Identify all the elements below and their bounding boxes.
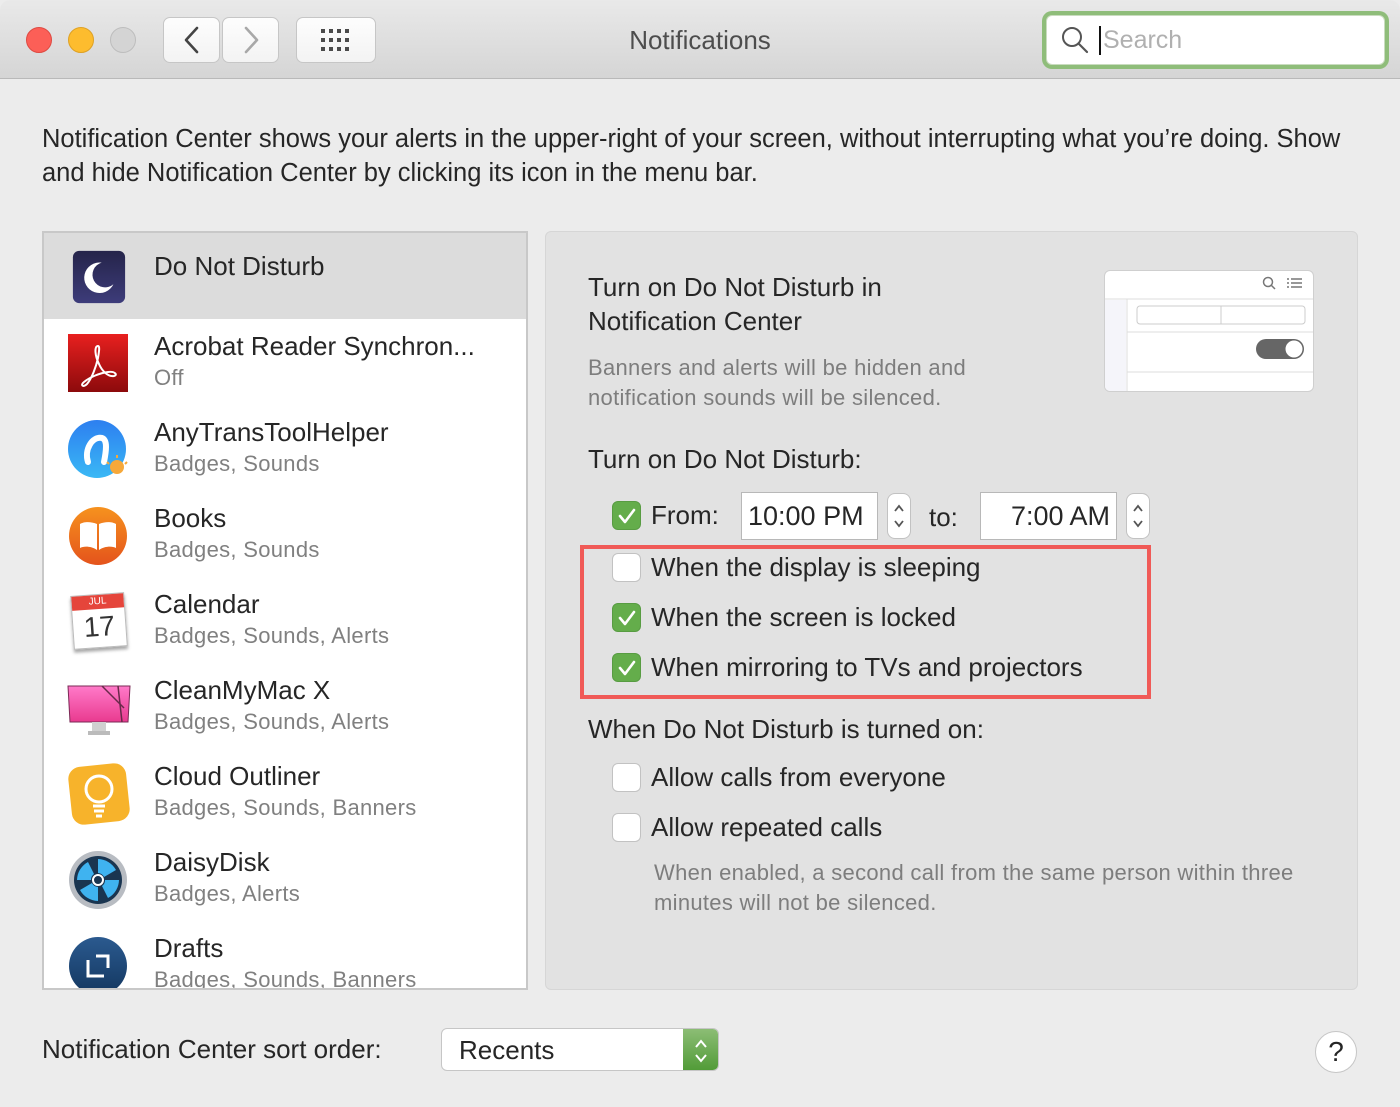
sidebar-item-do-not-disturb[interactable]: Do Not Disturb bbox=[44, 233, 526, 319]
checkmark-icon bbox=[618, 508, 635, 523]
drafts-icon bbox=[69, 937, 127, 988]
highlight-annotation-box bbox=[580, 545, 1151, 699]
sidebar-item-label: CleanMyMac X bbox=[154, 675, 331, 705]
search-icon bbox=[1062, 27, 1089, 54]
sidebar-item-cleanmymac[interactable]: CleanMyMac X Badges, Sounds, Alerts bbox=[44, 663, 526, 749]
sidebar-item-label: Books bbox=[154, 503, 227, 533]
stepper-arrows-icon bbox=[894, 504, 904, 528]
sidebar-item-status: Badges, Sounds, Alerts bbox=[154, 709, 390, 734]
back-button[interactable] bbox=[163, 17, 220, 63]
from-checkbox[interactable] bbox=[612, 501, 641, 530]
calls-everyone-checkbox[interactable] bbox=[612, 763, 641, 792]
from-schedule-row: From: bbox=[612, 500, 719, 531]
calendar-day: 17 bbox=[82, 609, 117, 644]
from-time-stepper[interactable] bbox=[887, 493, 911, 539]
sidebar-item-status: Badges, Sounds bbox=[154, 537, 320, 562]
sidebar-item-label: AnyTransToolHelper bbox=[154, 417, 389, 447]
from-time-field[interactable]: 10:00 PM bbox=[741, 492, 878, 540]
preview-search-icon bbox=[1262, 276, 1274, 288]
zoom-window-button[interactable] bbox=[110, 27, 136, 53]
to-time-stepper[interactable] bbox=[1126, 493, 1150, 539]
repeated-calls-row: Allow repeated calls bbox=[612, 812, 882, 843]
sidebar-item-drafts[interactable]: Drafts Badges, Sounds, Banners bbox=[44, 921, 526, 990]
repeated-calls-checkbox[interactable] bbox=[612, 813, 641, 842]
sidebar-item-status: Badges, Sounds, Banners bbox=[154, 967, 417, 990]
chevron-right-icon bbox=[244, 26, 258, 54]
moon-icon bbox=[72, 250, 126, 304]
anytrans-icon bbox=[68, 420, 128, 478]
sidebar-item-label: Do Not Disturb bbox=[154, 251, 325, 281]
acrobat-icon bbox=[68, 334, 128, 392]
cloud-outliner-icon bbox=[68, 763, 130, 825]
sidebar-item-status: Off bbox=[154, 365, 184, 390]
stepper-arrows-icon bbox=[1133, 504, 1143, 528]
help-button[interactable]: ? bbox=[1315, 1031, 1357, 1073]
when-on-label: When Do Not Disturb is turned on: bbox=[588, 714, 984, 744]
calls-everyone-label: Allow calls from everyone bbox=[651, 762, 946, 792]
calendar-icon: JUL 17 bbox=[70, 592, 128, 650]
intro-description: Notification Center shows your alerts in… bbox=[42, 125, 1341, 187]
sort-order-label: Notification Center sort order: bbox=[42, 1034, 382, 1064]
select-arrows bbox=[683, 1029, 718, 1070]
up-down-chevron-icon bbox=[694, 1038, 707, 1063]
search-input[interactable] bbox=[1099, 25, 1359, 55]
sidebar-item-label: Acrobat Reader Synchron... bbox=[154, 331, 475, 361]
minimize-window-button[interactable] bbox=[68, 27, 94, 53]
calls-everyone-row: Allow calls from everyone bbox=[612, 762, 946, 793]
preview-moon-icon bbox=[1140, 338, 1157, 357]
nc-dnd-description: Banners and alerts will be hidden and no… bbox=[588, 355, 967, 410]
books-icon bbox=[69, 507, 127, 565]
sidebar-item-daisydisk[interactable]: DaisyDisk Badges, Alerts bbox=[44, 835, 526, 921]
sidebar-item-label: Cloud Outliner bbox=[154, 761, 321, 791]
notification-center-preview bbox=[1104, 270, 1314, 392]
search-field[interactable] bbox=[1046, 15, 1385, 65]
sidebar-item-calendar[interactable]: JUL 17 Calendar Badges, Sounds, Alerts bbox=[44, 577, 526, 663]
show-all-button[interactable] bbox=[296, 17, 376, 63]
to-time-field[interactable]: 7:00 AM bbox=[980, 492, 1117, 540]
sidebar-item-label: DaisyDisk bbox=[154, 847, 270, 877]
from-label: From: bbox=[651, 500, 719, 530]
to-label: to: bbox=[929, 502, 958, 532]
sidebar-item-status: Badges, Sounds bbox=[154, 451, 320, 476]
sidebar-item-status: Badges, Sounds, Alerts bbox=[154, 623, 390, 648]
sidebar-item-anytranstoolhelper[interactable]: AnyTransToolHelper Badges, Sounds bbox=[44, 405, 526, 491]
forward-button[interactable] bbox=[222, 17, 279, 63]
app-list[interactable]: Do Not Disturb Acrobat Reader Synchron..… bbox=[42, 231, 528, 990]
sidebar-item-cloud-outliner[interactable]: Cloud Outliner Badges, Sounds, Banners bbox=[44, 749, 526, 835]
search-field-focus-ring bbox=[1042, 11, 1389, 69]
sort-order-select[interactable]: Recents bbox=[441, 1028, 719, 1071]
daisydisk-icon bbox=[69, 851, 127, 909]
preview-list-icon bbox=[1287, 278, 1302, 288]
chevron-left-icon bbox=[184, 26, 198, 54]
sidebar-item-status: Badges, Sounds, Banners bbox=[154, 795, 417, 820]
sidebar-item-status: Badges, Alerts bbox=[154, 881, 301, 906]
sidebar-item-label: Calendar bbox=[154, 589, 260, 619]
preview-illustration bbox=[1105, 276, 1313, 391]
title-bar: Notifications bbox=[0, 0, 1400, 79]
sidebar-item-acrobat[interactable]: Acrobat Reader Synchron... Off bbox=[44, 319, 526, 405]
close-window-button[interactable] bbox=[26, 27, 52, 53]
sort-order-value: Recents bbox=[459, 1035, 555, 1065]
sidebar-item-label: Drafts bbox=[154, 933, 224, 963]
repeated-calls-label: Allow repeated calls bbox=[651, 812, 883, 842]
cleanmymac-icon bbox=[67, 685, 131, 735]
grid-icon bbox=[321, 29, 349, 51]
nc-dnd-heading: Turn on Do Not Disturb in Notification C… bbox=[588, 272, 882, 336]
sidebar-item-books[interactable]: Books Badges, Sounds bbox=[44, 491, 526, 577]
repeated-calls-note: When enabled, a second call from the sam… bbox=[654, 860, 1294, 915]
schedule-label: Turn on Do Not Disturb: bbox=[588, 444, 862, 474]
